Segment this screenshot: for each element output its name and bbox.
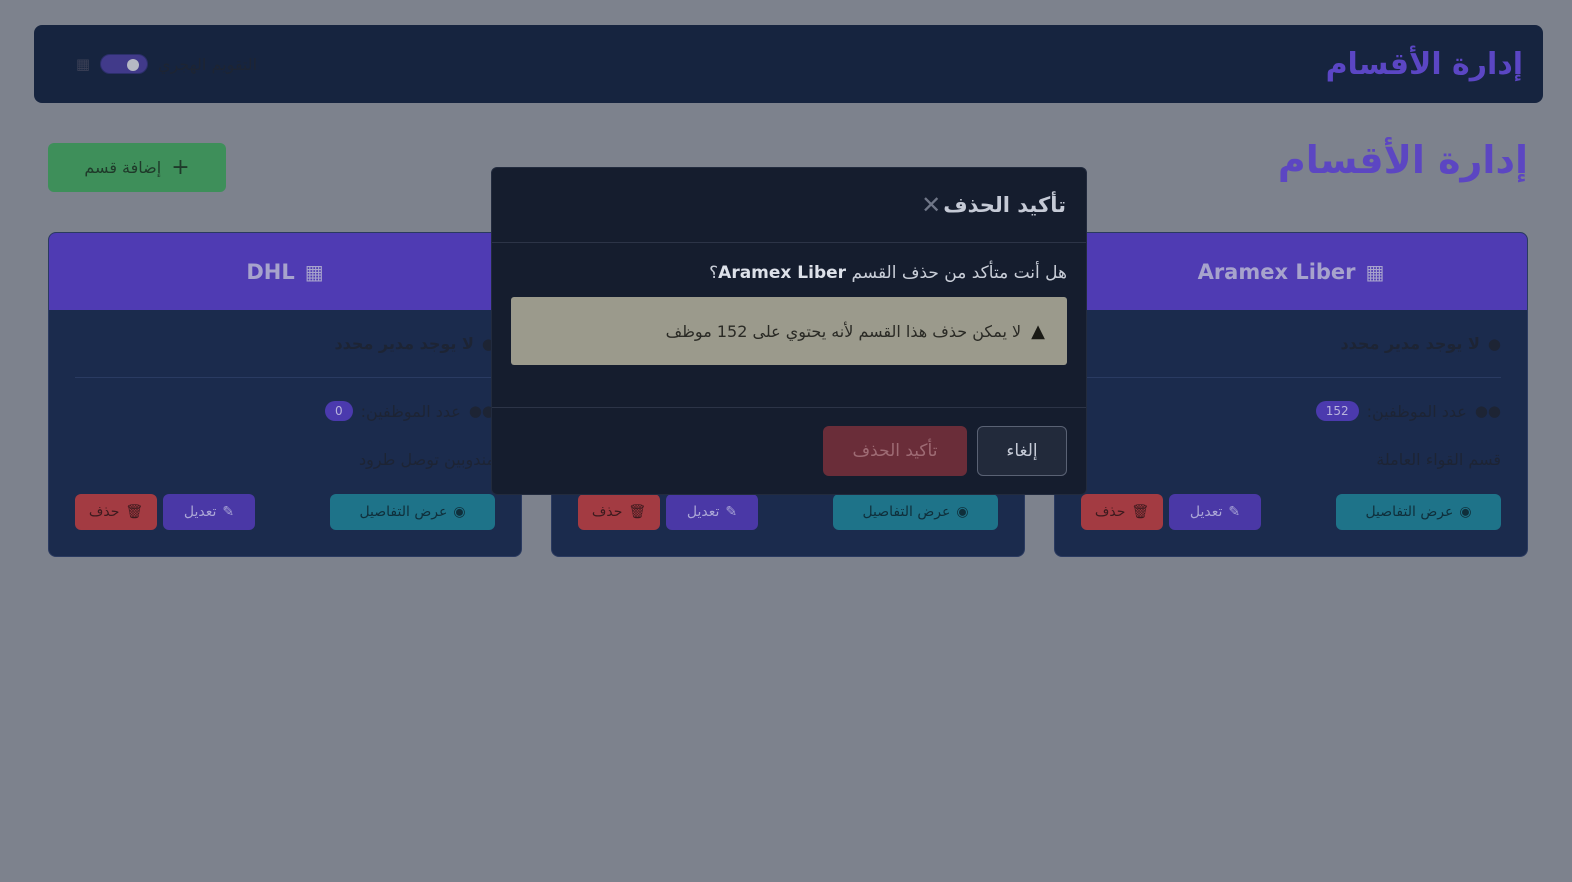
hijri-toggle[interactable]: [100, 54, 148, 74]
employee-count-row: ●● عدد الموظفين: 152: [1081, 378, 1501, 444]
edit-label: تعديل: [686, 504, 720, 520]
question-suffix: ؟: [709, 263, 719, 283]
employee-count-label: عدد الموظفين:: [1366, 401, 1467, 421]
top-bar: إدارة الأقسام التقويم الهجري ▦: [34, 25, 1543, 103]
page-title: إدارة الأقسام: [1277, 138, 1528, 182]
edit-button[interactable]: ✎ تعديل: [163, 494, 255, 530]
edit-icon: ✎: [1228, 504, 1241, 520]
eye-icon: ◉: [1459, 504, 1472, 520]
delete-button[interactable]: 🗑 حذف: [75, 494, 157, 530]
department-card: ▦ DHL ● لا يوجد مدير محدد ●● عدد الموظفي…: [48, 232, 522, 557]
hijri-toggle-group: التقويم الهجري ▦: [74, 54, 257, 74]
card-header: ▦ Aramex Liber: [1055, 233, 1527, 310]
manager-row: ● لا يوجد مدير محدد: [1081, 310, 1501, 378]
modal-title: تأكيد الحذف: [943, 193, 1066, 217]
manager-text: لا يوجد مدير محدد: [334, 334, 474, 353]
delete-label: حذف: [88, 504, 120, 520]
view-details-label: عرض التفاصيل: [1365, 504, 1454, 520]
delete-label: حذف: [591, 504, 623, 520]
department-name: Aramex Liber: [1197, 259, 1356, 284]
employee-count-badge: 0: [324, 401, 353, 421]
view-details-button[interactable]: ◉ عرض التفاصيل: [1336, 494, 1501, 530]
question-prefix: هل أنت متأكد من حذف القسم: [846, 263, 1067, 283]
hijri-label: التقويم الهجري: [158, 54, 258, 74]
modal-body: هل أنت متأكد من حذف القسم Aramex Liber؟ …: [492, 243, 1086, 408]
modal-header: تأكيد الحذف ✕: [492, 168, 1086, 243]
add-department-label: إضافة قسم: [84, 158, 162, 177]
edit-label: تعديل: [183, 504, 217, 520]
modal-footer: تأكيد الحذف إلغاء: [492, 408, 1086, 494]
view-details-label: عرض التفاصيل: [862, 504, 951, 520]
delete-label: حذف: [1094, 504, 1126, 520]
employee-count-row: ●● عدد الموظفين: 0: [75, 378, 495, 444]
building-icon: ▦: [1365, 259, 1385, 284]
user-icon: ●: [1487, 334, 1501, 353]
department-name: DHL: [246, 259, 295, 284]
edit-icon: ✎: [222, 504, 235, 520]
trash-icon: 🗑: [125, 504, 144, 520]
warning-icon: ▲: [1031, 320, 1045, 342]
question-department-name: Aramex Liber: [718, 263, 847, 283]
edit-icon: ✎: [725, 504, 738, 520]
warning-alert: ▲ لا يمكن حذف هذا القسم لأنه يحتوي على 1…: [511, 297, 1067, 365]
department-description: مندوبين توصل طرود: [359, 449, 495, 469]
card-header: ▦ DHL: [49, 233, 521, 310]
employee-count-label: عدد الموظفين:: [360, 401, 461, 421]
department-card: ▦ Aramex Liber ● لا يوجد مدير محدد ●● عد…: [1054, 232, 1528, 557]
app-title: إدارة الأقسام: [1325, 46, 1523, 82]
view-details-button[interactable]: ◉ عرض التفاصيل: [833, 494, 998, 530]
users-icon: ●●: [1474, 402, 1501, 420]
view-details-button[interactable]: ◉ عرض التفاصيل: [330, 494, 495, 530]
delete-button[interactable]: 🗑 حذف: [578, 494, 660, 530]
warning-text: لا يمكن حذف هذا القسم لأنه يحتوي على 152…: [665, 321, 1022, 341]
eye-icon: ◉: [956, 504, 969, 520]
department-description: قسم القواء العاملة: [1376, 449, 1501, 469]
calendar-icon: ▦: [75, 55, 90, 73]
cancel-button[interactable]: إلغاء: [977, 426, 1067, 476]
trash-icon: 🗑: [628, 504, 647, 520]
building-icon: ▦: [304, 259, 324, 284]
employee-count-badge: 152: [1315, 401, 1359, 421]
edit-button[interactable]: ✎ تعديل: [666, 494, 758, 530]
add-department-button[interactable]: + إضافة قسم: [48, 143, 226, 192]
manager-row: ● لا يوجد مدير محدد: [75, 310, 495, 378]
delete-button[interactable]: 🗑 حذف: [1081, 494, 1163, 530]
delete-confirm-modal: تأكيد الحذف ✕ هل أنت متأكد من حذف القسم …: [491, 167, 1087, 495]
eye-icon: ◉: [453, 504, 466, 520]
plus-icon: +: [171, 154, 190, 180]
close-icon[interactable]: ✕: [921, 193, 941, 217]
confirm-delete-button[interactable]: تأكيد الحذف: [823, 426, 967, 476]
trash-icon: 🗑: [1131, 504, 1150, 520]
edit-label: تعديل: [1189, 504, 1223, 520]
edit-button[interactable]: ✎ تعديل: [1169, 494, 1261, 530]
confirm-question: هل أنت متأكد من حذف القسم Aramex Liber؟: [511, 263, 1067, 283]
manager-text: لا يوجد مدير محدد: [1340, 334, 1480, 353]
view-details-label: عرض التفاصيل: [359, 504, 448, 520]
